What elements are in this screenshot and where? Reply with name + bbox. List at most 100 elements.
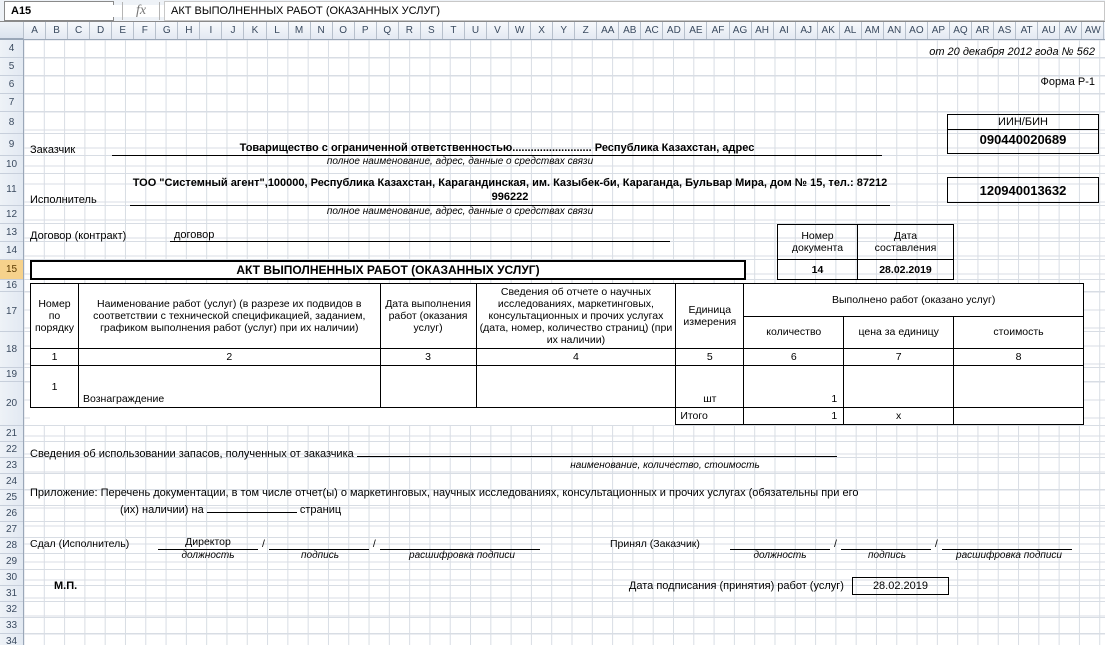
exec-position: Директор — [158, 536, 258, 550]
row-header[interactable]: 5 — [0, 58, 23, 76]
column-header[interactable]: V — [487, 22, 509, 39]
row-header[interactable]: 13 — [0, 224, 23, 242]
column-header[interactable]: G — [156, 22, 178, 39]
executor-label: Исполнитель — [30, 194, 130, 206]
row-header[interactable]: 15 — [0, 260, 23, 280]
column-header[interactable]: AN — [884, 22, 906, 39]
column-header[interactable]: H — [178, 22, 200, 39]
row-header[interactable]: 24 — [0, 474, 23, 490]
row-header[interactable]: 9 — [0, 134, 23, 156]
row-header[interactable]: 33 — [0, 618, 23, 634]
column-header[interactable]: Z — [575, 22, 597, 39]
annex-line1: Приложение: Перечень документации, в том… — [30, 485, 1099, 501]
column-header[interactable]: AS — [994, 22, 1016, 39]
row-header[interactable]: 7 — [0, 94, 23, 112]
column-header[interactable]: W — [509, 22, 531, 39]
row-header[interactable]: 26 — [0, 506, 23, 522]
column-header[interactable]: D — [90, 22, 112, 39]
th-qty: количество — [744, 316, 844, 349]
worksheet[interactable]: 4567891011121314151617181920212223242526… — [0, 40, 1105, 645]
row-header[interactable]: 22 — [0, 442, 23, 458]
column-header[interactable]: O — [333, 22, 355, 39]
cap-decode: расшифровка подписи — [382, 550, 542, 561]
row-header[interactable]: 6 — [0, 76, 23, 94]
formula-input[interactable] — [164, 1, 1105, 21]
row-header[interactable]: 14 — [0, 242, 23, 260]
column-header[interactable]: B — [46, 22, 68, 39]
row-header[interactable]: 8 — [0, 112, 23, 134]
name-box[interactable]: ▾ — [4, 1, 114, 21]
row-header[interactable]: 19 — [0, 368, 23, 382]
column-header[interactable]: S — [421, 22, 443, 39]
form-code: Форма Р-1 — [1041, 76, 1095, 94]
column-header[interactable]: T — [443, 22, 465, 39]
column-header[interactable]: C — [68, 22, 90, 39]
column-header[interactable]: Q — [377, 22, 399, 39]
row-header[interactable]: 4 — [0, 40, 23, 58]
column-header[interactable]: AW — [1082, 22, 1104, 39]
column-header[interactable]: R — [399, 22, 421, 39]
row-header[interactable]: 20 — [0, 382, 23, 426]
column-header[interactable]: AV — [1060, 22, 1082, 39]
column-header[interactable]: AT — [1016, 22, 1038, 39]
row-header[interactable]: 12 — [0, 206, 23, 224]
row-header[interactable]: 28 — [0, 538, 23, 554]
column-header[interactable]: AH — [752, 22, 774, 39]
column-header[interactable]: M — [289, 22, 311, 39]
column-header[interactable]: P — [355, 22, 377, 39]
row-header[interactable]: 25 — [0, 490, 23, 506]
column-header[interactable]: U — [465, 22, 487, 39]
column-header[interactable]: K — [244, 22, 266, 39]
column-header[interactable]: AF — [707, 22, 729, 39]
column-header[interactable]: J — [222, 22, 244, 39]
row-header[interactable]: 21 — [0, 426, 23, 442]
column-header[interactable]: AU — [1038, 22, 1060, 39]
row-header[interactable]: 23 — [0, 458, 23, 474]
column-header[interactable]: AE — [685, 22, 707, 39]
column-header[interactable]: AM — [862, 22, 884, 39]
row-header[interactable]: 34 — [0, 634, 23, 645]
column-header[interactable]: X — [531, 22, 553, 39]
column-header[interactable]: AA — [597, 22, 619, 39]
column-headers: ABCDEFGHIJKLMNOPQRSTUVWXYZAAABACADAEAFAG… — [0, 22, 1105, 40]
column-header[interactable]: N — [311, 22, 333, 39]
row-header[interactable]: 16 — [0, 280, 23, 292]
row-header[interactable]: 27 — [0, 522, 23, 538]
row-header[interactable]: 11 — [0, 174, 23, 206]
column-header[interactable]: Y — [553, 22, 575, 39]
row-header[interactable]: 31 — [0, 586, 23, 602]
select-all-corner[interactable] — [0, 22, 24, 39]
row-header[interactable]: 32 — [0, 602, 23, 618]
cust-sign — [841, 536, 931, 550]
customer-name: Товарищество с ограниченной ответственно… — [112, 142, 882, 156]
fx-icon[interactable]: fx — [127, 3, 155, 19]
column-header[interactable]: AP — [928, 22, 950, 39]
row-header[interactable]: 29 — [0, 554, 23, 570]
column-header[interactable]: AG — [730, 22, 752, 39]
column-header[interactable]: AO — [906, 22, 928, 39]
column-header[interactable]: AL — [840, 22, 862, 39]
column-header[interactable]: L — [267, 22, 289, 39]
column-header[interactable]: AJ — [796, 22, 818, 39]
row-header[interactable]: 18 — [0, 332, 23, 368]
column-header[interactable]: AR — [972, 22, 994, 39]
column-header[interactable]: AQ — [950, 22, 972, 39]
column-header[interactable]: AB — [619, 22, 641, 39]
row-header[interactable]: 30 — [0, 570, 23, 586]
stock-field — [357, 443, 837, 457]
row-header[interactable]: 10 — [0, 156, 23, 174]
column-header[interactable]: AD — [663, 22, 685, 39]
cells-area[interactable]: от 20 декабря 2012 года № 562 Форма Р-1 … — [24, 40, 1105, 645]
column-header[interactable]: A — [24, 22, 46, 39]
column-header[interactable]: AK — [818, 22, 840, 39]
column-header[interactable]: AC — [641, 22, 663, 39]
column-header[interactable]: AI — [774, 22, 796, 39]
executor-name: ТОО "Системный агент",100000, Республика… — [130, 176, 890, 206]
cust-position — [730, 536, 830, 550]
column-header[interactable]: E — [112, 22, 134, 39]
services-table: Номер по порядку Наименование работ (усл… — [30, 283, 1084, 425]
separator — [122, 2, 123, 20]
column-header[interactable]: F — [134, 22, 156, 39]
column-header[interactable]: I — [200, 22, 222, 39]
row-header[interactable]: 17 — [0, 292, 23, 332]
